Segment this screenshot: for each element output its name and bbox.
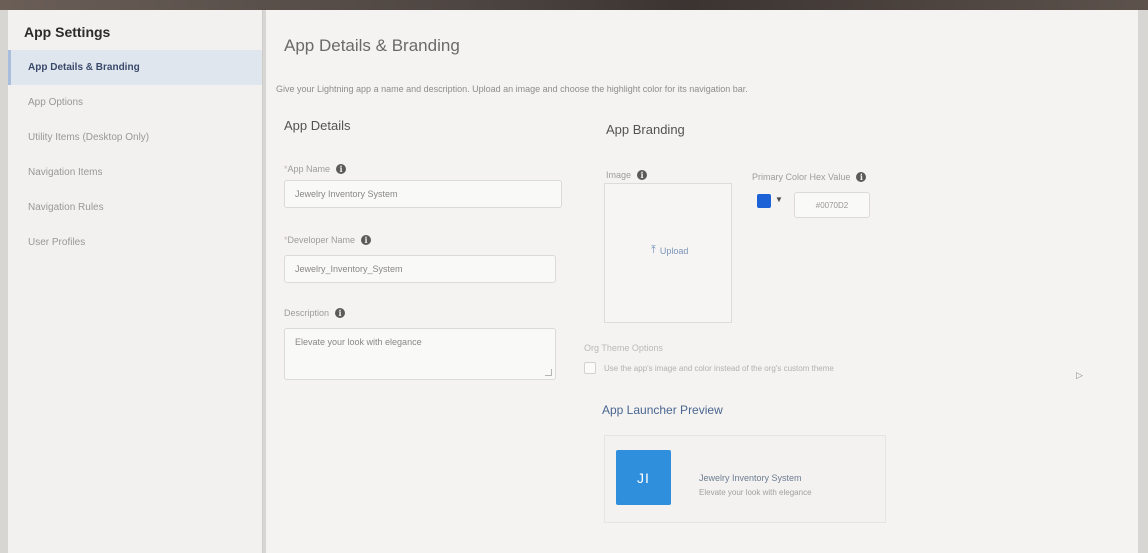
developer-name-label-text: Developer Name xyxy=(287,235,356,245)
sidebar-item-app-options[interactable]: App Options xyxy=(8,85,262,120)
resize-handle[interactable] xyxy=(545,369,552,376)
image-upload-box[interactable]: ⤒ Upload xyxy=(604,183,732,323)
image-label-text: Image xyxy=(606,170,632,180)
upload-icon: ⤒ xyxy=(651,244,656,256)
color-swatch[interactable] xyxy=(757,194,771,208)
app-name-input[interactable]: Jewelry Inventory System xyxy=(284,180,562,208)
image-label: Image i xyxy=(606,170,648,180)
developer-name-label: *Developer Name i xyxy=(284,235,372,245)
org-theme-option[interactable]: Use the app's image and color instead of… xyxy=(584,362,834,374)
sidebar: App Settings App Details & Branding App … xyxy=(8,10,263,553)
primary-color-hex-input[interactable]: #0070D2 xyxy=(794,192,870,218)
chevron-down-icon[interactable]: ▼ xyxy=(775,195,783,204)
preview-app-name: Jewelry Inventory System xyxy=(699,473,802,483)
app-branding-heading: App Branding xyxy=(606,122,685,137)
developer-name-input[interactable]: Jewelry_Inventory_System xyxy=(284,255,556,283)
app-tile-icon: JI xyxy=(616,450,671,505)
upload-label: Upload xyxy=(659,245,689,256)
sidebar-item-app-details-branding[interactable]: App Details & Branding xyxy=(8,50,262,85)
page-subtitle: Give your Lightning app a name and descr… xyxy=(276,84,748,94)
app-name-label: *App Name i xyxy=(284,164,347,174)
app-launcher-preview-card: JI Jewelry Inventory System Elevate your… xyxy=(604,435,886,523)
info-icon[interactable]: i xyxy=(361,235,372,245)
org-theme-checkbox[interactable] xyxy=(584,362,596,374)
sidebar-title: App Settings xyxy=(24,24,111,40)
sidebar-item-navigation-rules[interactable]: Navigation Rules xyxy=(8,190,262,225)
org-theme-checkbox-label: Use the app's image and color instead of… xyxy=(604,363,834,373)
preview-app-description: Elevate your look with elegance xyxy=(699,488,812,497)
primary-color-label-text: Primary Color Hex Value xyxy=(752,172,851,182)
info-icon[interactable]: i xyxy=(335,308,346,318)
sidebar-item-utility-items[interactable]: Utility Items (Desktop Only) xyxy=(8,120,262,155)
info-icon[interactable]: i xyxy=(637,170,648,180)
app-name-label-text: App Name xyxy=(287,164,331,174)
description-value: Elevate your look with elegance xyxy=(295,337,422,347)
description-textarea[interactable]: Elevate your look with elegance xyxy=(284,328,556,380)
upload-button[interactable]: ⤒ Upload xyxy=(651,245,688,256)
page-title: App Details & Branding xyxy=(284,36,460,55)
mouse-cursor-icon: ▷ xyxy=(1076,370,1083,380)
app-details-heading: App Details xyxy=(284,118,351,133)
top-bar xyxy=(0,0,1148,10)
description-label: Description i xyxy=(284,308,346,318)
info-icon[interactable]: i xyxy=(856,172,867,182)
sidebar-item-navigation-items[interactable]: Navigation Items xyxy=(8,155,262,190)
main-panel: App Details & Branding Give your Lightni… xyxy=(266,10,1138,553)
primary-color-label: Primary Color Hex Value i xyxy=(752,172,867,182)
sidebar-item-user-profiles[interactable]: User Profiles xyxy=(8,225,262,260)
info-icon[interactable]: i xyxy=(336,164,347,174)
org-theme-label: Org Theme Options xyxy=(584,343,663,353)
description-label-text: Description xyxy=(284,308,330,318)
app-launcher-preview-heading: App Launcher Preview xyxy=(602,403,723,417)
